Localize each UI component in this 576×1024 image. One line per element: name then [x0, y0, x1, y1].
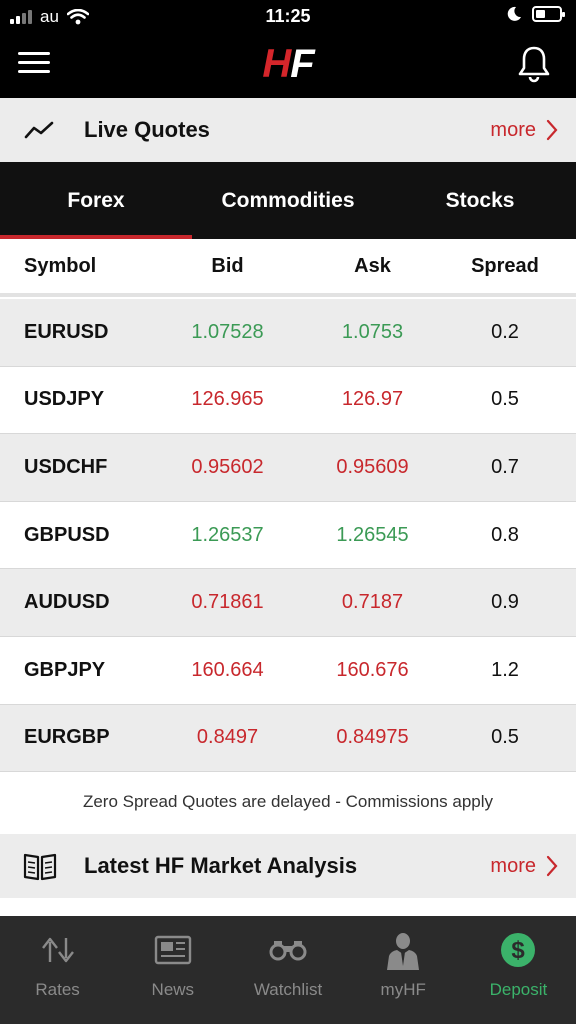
- bid-cell: 1.26537: [191, 523, 264, 546]
- svg-text:$: $: [512, 937, 526, 964]
- dollar-coin-icon: $: [498, 930, 538, 970]
- ask-cell: 126.97: [341, 388, 404, 411]
- column-header-bid: Bid: [211, 254, 244, 277]
- market-analysis-header: Latest HF Market Analysis more: [0, 834, 576, 898]
- symbol-cell: GBPJPY: [24, 658, 106, 681]
- battery-icon: [532, 6, 565, 22]
- bottom-navigation: Rates News Watchlist myHF $ Deposit: [0, 916, 576, 1024]
- nav-deposit-label: Deposit: [489, 980, 548, 999]
- ask-cell: 1.0753: [341, 320, 404, 343]
- column-header-spread: Spread: [471, 254, 539, 277]
- status-right: [506, 6, 565, 22]
- nav-watchlist-label: Watchlist: [253, 980, 323, 999]
- instrument-tabs: Forex Commodities Stocks: [0, 162, 576, 239]
- notification-bell-icon[interactable]: [514, 44, 554, 84]
- bid-cell: 1.07528: [191, 320, 264, 343]
- market-analysis-title: Latest HF Market Analysis: [84, 853, 358, 878]
- bid-cell: 160.664: [191, 658, 264, 681]
- spread-cell: 0.9: [491, 591, 519, 614]
- symbol-cell: GBPUSD: [24, 523, 110, 546]
- spread-cell: 1.2: [491, 658, 519, 681]
- chevron-right-icon: [546, 855, 558, 877]
- table-row[interactable]: USDCHF 0.95602 0.95609 0.7: [0, 434, 576, 502]
- symbol-cell: USDJPY: [24, 388, 105, 411]
- live-quotes-title: Live Quotes: [84, 117, 210, 142]
- ask-cell: 1.26545: [336, 523, 409, 546]
- symbol-cell: AUDUSD: [24, 591, 110, 614]
- quotes-table-body: EURUSD 1.07528 1.0753 0.2 USDJPY 126.965…: [0, 299, 576, 773]
- bid-cell: 0.8497: [196, 726, 259, 749]
- bid-cell: 0.71861: [191, 591, 264, 614]
- nav-rates-label: Rates: [35, 980, 80, 999]
- spread-cell: 0.5: [491, 388, 519, 411]
- newspaper-icon: [153, 930, 193, 970]
- nav-myhf-label: myHF: [380, 980, 426, 999]
- spread-cell: 0.7: [491, 455, 519, 478]
- table-row[interactable]: GBPJPY 160.664 160.676 1.2: [0, 637, 576, 705]
- table-row[interactable]: AUDUSD 0.71861 0.7187 0.9: [0, 569, 576, 637]
- ask-cell: 0.84975: [336, 726, 409, 749]
- binoculars-icon: [268, 930, 308, 970]
- chevron-right-icon: [546, 119, 558, 141]
- open-book-icon: [20, 850, 60, 882]
- table-row[interactable]: GBPUSD 1.26537 1.26545 0.8: [0, 502, 576, 570]
- spread-cell: 0.2: [491, 320, 519, 343]
- spread-cell: 0.8: [491, 523, 519, 546]
- ask-cell: 0.7187: [341, 591, 404, 614]
- status-bar: au 11:25: [0, 0, 576, 32]
- nav-myhf[interactable]: myHF: [346, 916, 461, 1024]
- symbol-cell: EURUSD: [24, 320, 109, 343]
- live-quotes-header: Live Quotes more: [0, 98, 576, 162]
- more-label: more: [490, 854, 536, 877]
- tab-stocks[interactable]: Stocks: [384, 162, 576, 239]
- spread-cell: 0.5: [491, 726, 519, 749]
- live-quotes-more-link[interactable]: more: [490, 98, 558, 162]
- symbol-cell: EURGBP: [24, 726, 110, 749]
- market-analysis-more-link[interactable]: more: [490, 834, 558, 898]
- column-header-symbol: Symbol: [24, 254, 97, 277]
- table-row[interactable]: EURUSD 1.07528 1.0753 0.2: [0, 299, 576, 367]
- table-row[interactable]: EURGBP 0.8497 0.84975 0.5: [0, 704, 576, 773]
- tab-commodities[interactable]: Commodities: [192, 162, 384, 239]
- rates-arrows-icon: [38, 930, 78, 970]
- column-header-ask: Ask: [354, 254, 391, 277]
- ask-cell: 0.95609: [336, 455, 409, 478]
- nav-watchlist[interactable]: Watchlist: [230, 916, 345, 1024]
- symbol-cell: USDCHF: [24, 455, 108, 478]
- more-label: more: [490, 118, 536, 141]
- bid-cell: 0.95602: [191, 455, 264, 478]
- moon-icon: [507, 6, 521, 21]
- tab-forex[interactable]: Forex: [0, 162, 192, 239]
- nav-news-label: News: [151, 980, 195, 999]
- nav-news[interactable]: News: [115, 916, 230, 1024]
- ask-cell: 160.676: [336, 658, 409, 681]
- nav-rates[interactable]: Rates: [0, 916, 115, 1024]
- trend-line-icon: [20, 114, 60, 146]
- bid-cell: 126.965: [191, 388, 264, 411]
- quotes-table-header: Symbol Bid Ask Spread: [0, 239, 576, 297]
- table-row[interactable]: USDJPY 126.965 126.97 0.5: [0, 367, 576, 435]
- delay-notice: Zero Spread Quotes are delayed - Commiss…: [0, 772, 576, 832]
- app-header: HF: [0, 32, 576, 98]
- nav-deposit[interactable]: $ Deposit: [461, 916, 576, 1024]
- person-suit-icon: [383, 930, 423, 970]
- status-time: 11:25: [265, 6, 311, 26]
- hf-logo: HF: [262, 42, 314, 86]
